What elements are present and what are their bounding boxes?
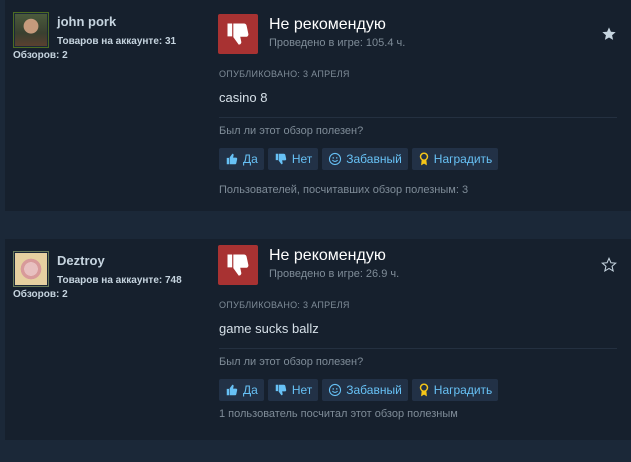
vote-funny-label: Забавный xyxy=(346,383,402,397)
divider xyxy=(219,348,617,349)
reviews-count[interactable]: Обзоров: 2 xyxy=(13,50,68,61)
award-label: Наградить xyxy=(433,383,493,397)
vote-funny-button[interactable]: Забавный xyxy=(322,148,408,170)
playtime: Проведено в игре: 26.9 ч. xyxy=(269,268,400,280)
thumbs-down-icon xyxy=(274,152,288,166)
smiley-icon xyxy=(328,152,342,166)
playtime: Проведено в игре: 105.4 ч. xyxy=(269,37,406,49)
vote-funny-button[interactable]: Забавный xyxy=(322,379,408,401)
helpful-question: Был ли этот обзор полезен? xyxy=(219,356,364,368)
divider xyxy=(219,117,617,118)
posted-date: ОПУБЛИКОВАНО: 3 АПРЕЛЯ xyxy=(219,69,350,79)
posted-date: ОПУБЛИКОВАНО: 3 АПРЕЛЯ xyxy=(219,300,350,310)
vote-header[interactable]: Не рекомендую Проведено в игре: 105.4 ч. xyxy=(218,14,618,54)
thumbs-down-icon xyxy=(218,14,258,54)
vote-yes-button[interactable]: Да xyxy=(219,379,264,401)
helpful-question: Был ли этот обзор полезен? xyxy=(219,125,364,137)
review-card: john pork Товаров на аккаунте: 31 Обзоро… xyxy=(5,0,631,211)
vote-header[interactable]: Не рекомендую Проведено в игре: 26.9 ч. xyxy=(218,245,618,285)
review-card: Deztroy Товаров на аккаунте: 748 Обзоров… xyxy=(5,239,631,440)
smiley-icon xyxy=(328,383,342,397)
thumbs-down-icon xyxy=(274,383,288,397)
author-name[interactable]: john pork xyxy=(57,14,116,29)
helpful-count: 1 пользователь посчитал этот обзор полез… xyxy=(219,408,458,420)
award-ribbon-icon xyxy=(418,383,430,397)
vote-funny-label: Забавный xyxy=(346,152,402,166)
rating-buttons: Да Нет Забавный Наградить xyxy=(219,379,499,401)
author-name[interactable]: Deztroy xyxy=(57,253,105,268)
award-button[interactable]: Наградить xyxy=(411,379,499,401)
vote-yes-button[interactable]: Да xyxy=(219,148,264,170)
rating-buttons: Да Нет Забавный Наградить xyxy=(219,148,499,170)
vote-yes-label: Да xyxy=(243,152,258,166)
vote-no-button[interactable]: Нет xyxy=(267,379,319,401)
thumbs-up-icon xyxy=(225,383,239,397)
vote-yes-label: Да xyxy=(243,383,258,397)
products-owned[interactable]: Товаров на аккаунте: 748 xyxy=(57,275,182,286)
helpful-count: Пользователей, посчитавших обзор полезны… xyxy=(219,184,469,196)
thumbs-down-icon xyxy=(218,245,258,285)
review-text: game sucks ballz xyxy=(219,321,319,336)
star-icon[interactable] xyxy=(601,26,617,42)
verdict-title[interactable]: Не рекомендую xyxy=(269,247,386,265)
award-ribbon-icon xyxy=(418,152,430,166)
award-label: Наградить xyxy=(433,152,493,166)
review-text: casino 8 xyxy=(219,90,268,105)
reviews-count[interactable]: Обзоров: 2 xyxy=(13,289,68,300)
vote-no-label: Нет xyxy=(291,383,313,397)
vote-no-label: Нет xyxy=(291,152,313,166)
vote-no-button[interactable]: Нет xyxy=(267,148,319,170)
avatar[interactable] xyxy=(13,251,49,287)
award-button[interactable]: Наградить xyxy=(411,148,499,170)
verdict-title[interactable]: Не рекомендую xyxy=(269,16,386,34)
products-owned[interactable]: Товаров на аккаунте: 31 xyxy=(57,36,176,47)
thumbs-up-icon xyxy=(225,152,239,166)
star-icon[interactable] xyxy=(601,257,617,273)
avatar[interactable] xyxy=(13,12,49,48)
